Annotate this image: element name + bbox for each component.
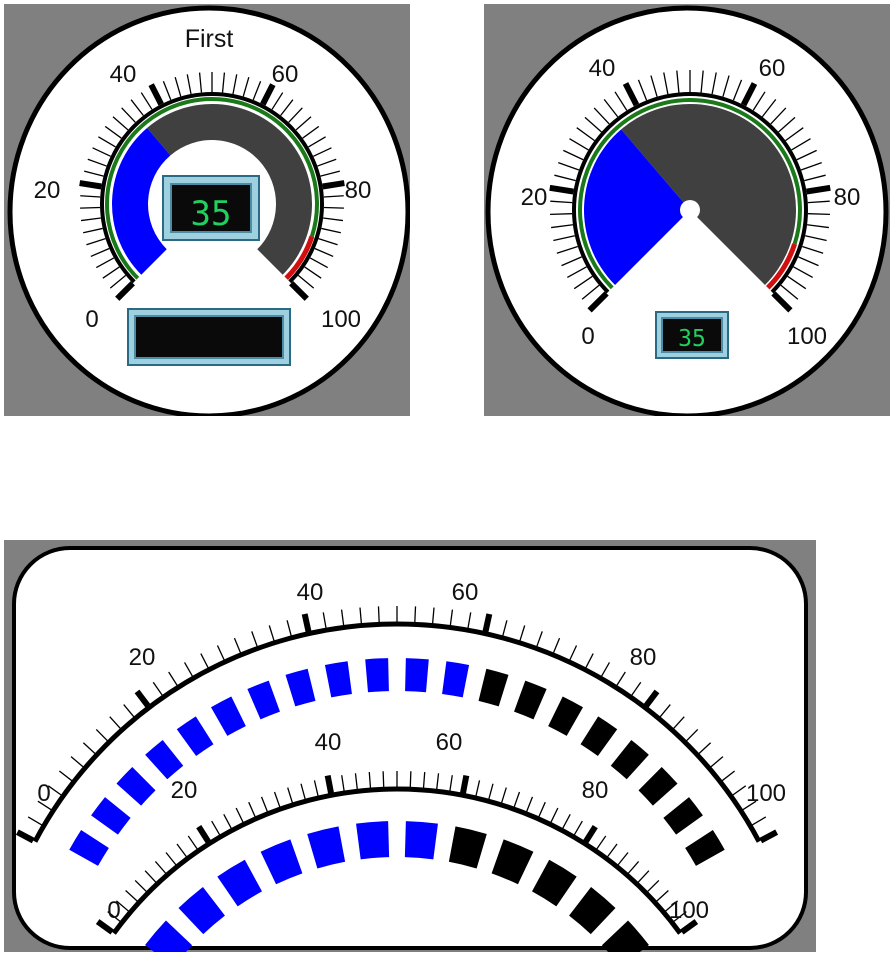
outer-scale-label-20: 20 — [129, 644, 156, 671]
scale-major-tick — [322, 180, 345, 190]
scale-label-80: 80 — [834, 184, 861, 211]
scale-major-tick — [301, 613, 312, 633]
scale-minor-tick — [807, 213, 830, 216]
segment-active — [356, 821, 390, 860]
dual-arc-gauge-panel: 0 20 40 60 80 100 0 20 40 60 80 100 — [4, 540, 816, 952]
scale-label-100: 100 — [321, 306, 361, 333]
scale-label-40: 40 — [110, 61, 137, 88]
secondary-display — [127, 308, 291, 366]
dual-arc-gauge: 0 20 40 60 80 100 0 20 40 60 80 100 — [12, 546, 808, 952]
gauge-first: First 0 20 40 60 80 100 35 — [7, 5, 410, 416]
gauge-first-panel: First 0 20 40 60 80 100 35 — [4, 4, 410, 416]
scale-major-tick — [482, 613, 493, 633]
scale-label-40: 40 — [589, 55, 616, 82]
inner-scale-label-40: 40 — [315, 729, 342, 756]
scale-minor-tick — [409, 771, 412, 788]
digital-readout: 35 — [162, 175, 260, 241]
scale-label-60: 60 — [272, 61, 299, 88]
scale-label-60: 60 — [759, 55, 786, 82]
gauge-title: First — [185, 25, 234, 53]
gauge-face — [12, 546, 808, 950]
segment-active — [405, 658, 429, 693]
inner-scale-label-80: 80 — [582, 777, 609, 804]
outer-scale-label-80: 80 — [630, 644, 657, 671]
scale-minor-tick — [323, 206, 344, 209]
scale-label-0: 0 — [581, 323, 594, 350]
segment-active — [404, 821, 438, 860]
outer-scale-label-60: 60 — [452, 579, 479, 606]
outer-scale-label-100: 100 — [746, 780, 786, 807]
inner-scale-label-0: 0 — [107, 897, 120, 924]
scale-major-tick — [79, 180, 102, 190]
scale-major-tick — [460, 774, 470, 794]
scale-label-100: 100 — [787, 323, 827, 350]
scale-label-20: 20 — [34, 177, 61, 204]
scale-minor-tick — [377, 606, 380, 623]
digital-readout: 35 — [655, 311, 729, 359]
scale-minor-tick — [550, 213, 573, 216]
digital-readout-value: 35 — [678, 326, 706, 352]
gauge-second: 0 20 40 60 80 100 35 — [485, 5, 889, 416]
scale-label-0: 0 — [85, 306, 98, 333]
scale-minor-tick — [80, 206, 101, 209]
inner-scale-label-20: 20 — [171, 777, 198, 804]
pivot-hub — [680, 200, 700, 220]
scale-minor-tick — [414, 606, 417, 623]
segment-active — [365, 658, 389, 693]
inner-scale-label-100: 100 — [669, 897, 709, 924]
scale-label-80: 80 — [345, 177, 372, 204]
outer-scale-label-40: 40 — [297, 579, 324, 606]
scale-minor-tick — [382, 771, 385, 788]
inner-scale-label-60: 60 — [436, 729, 463, 756]
scale-label-20: 20 — [521, 184, 548, 211]
outer-scale-label-0: 0 — [37, 780, 50, 807]
digital-readout-value: 35 — [191, 194, 232, 234]
scale-major-tick — [324, 774, 334, 794]
scale-major-tick — [806, 184, 831, 195]
scale-major-tick — [549, 184, 574, 195]
gauge-second-panel: 0 20 40 60 80 100 35 — [484, 4, 890, 416]
